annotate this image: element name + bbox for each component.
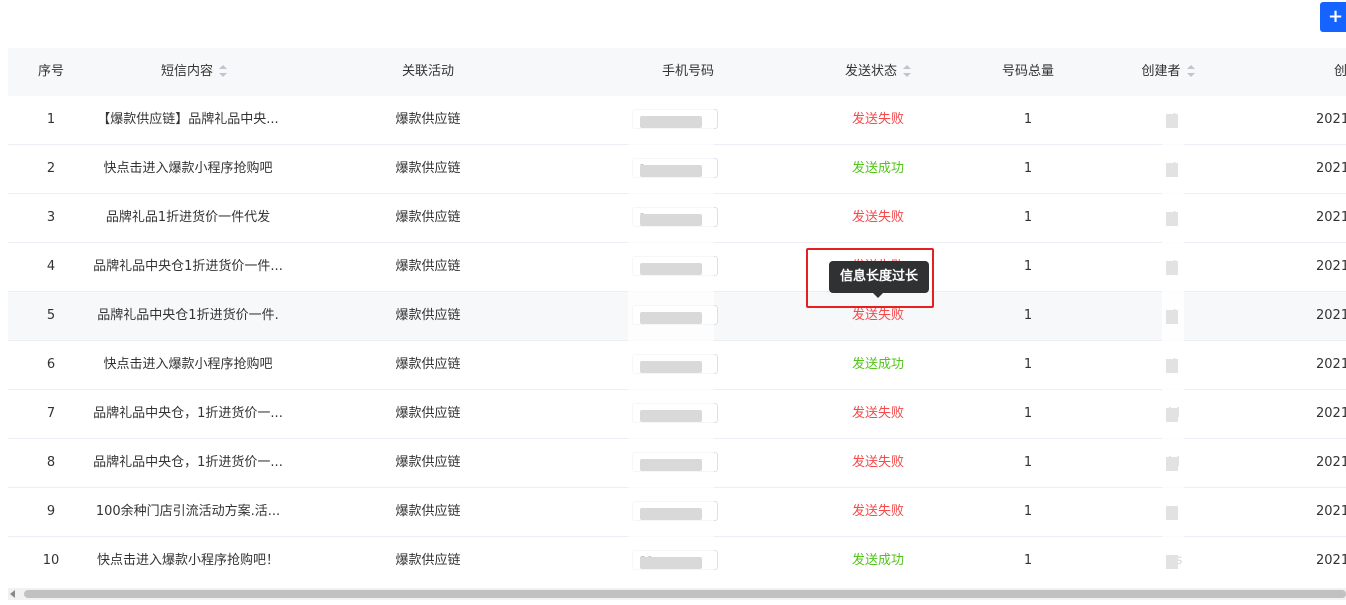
cell-activity: 爆款供应链 xyxy=(395,357,461,372)
cell-content: 快点击进入爆款小程序抢购吧！ xyxy=(96,553,279,568)
cell-activity: 爆款供应链 xyxy=(395,112,461,127)
cell-total: 1 xyxy=(1023,553,1033,568)
header-status[interactable]: 发送状态 xyxy=(788,48,968,96)
cell-content: 快点击进入爆款小程序抢购吧 xyxy=(103,161,273,176)
header-content[interactable]: 短信内容 xyxy=(94,48,294,96)
cell-activity: 爆款供应链 xyxy=(395,455,461,470)
cell-activity: 爆款供应链 xyxy=(395,504,461,519)
cell-created: 2021 xyxy=(1316,504,1346,519)
cell-content: 品牌礼品1折进货价一件代发 xyxy=(105,210,271,225)
cell-total: 1 xyxy=(1023,455,1033,470)
cell-status: 发送成功 xyxy=(851,553,904,568)
cell-content: 100余种门店引流活动方案.活... xyxy=(95,504,281,519)
cell-content: 快点击进入爆款小程序抢购吧 xyxy=(103,357,273,372)
cell-total: 1 xyxy=(1023,357,1033,372)
sort-icon[interactable] xyxy=(1186,64,1195,77)
cell-status: 发送成功 xyxy=(851,357,904,372)
cell-activity: 爆款供应链 xyxy=(395,406,461,421)
cell-total: 1 xyxy=(1023,259,1033,274)
header-total: 号码总量 xyxy=(1001,64,1054,79)
table-header: 序号 短信内容 关联活动 手机号码 发送状态 号码总量 创建者 创 xyxy=(8,48,1346,97)
cell-activity: 爆款供应链 xyxy=(395,161,461,176)
creator-redaction-blur xyxy=(1162,96,1184,585)
header-index: 序号 xyxy=(37,64,64,79)
cell-total: 1 xyxy=(1023,210,1033,225)
cell-total: 1 xyxy=(1023,112,1033,127)
cell-created: 2021 xyxy=(1316,553,1346,568)
scrollbar-thumb[interactable] xyxy=(24,590,1346,598)
cell-content: 品牌礼品中央仓，1折进货价一... xyxy=(93,455,283,470)
cell-status: 发送失败 xyxy=(851,504,904,519)
cell-content: 品牌礼品中央仓1折进货价一件... xyxy=(93,259,283,274)
cell-total: 1 xyxy=(1023,406,1033,421)
cell-content: 品牌礼品中央仓1折进货价一件. xyxy=(97,308,279,323)
cell-content: 【爆款供应链】品牌礼品中央... xyxy=(97,112,279,127)
cell-status: 发送失败 xyxy=(851,112,904,127)
cell-status: 发送成功 xyxy=(851,161,904,176)
status-tooltip: 信息长度过长 xyxy=(829,261,929,298)
cell-total: 1 xyxy=(1023,504,1033,519)
cell-activity: 爆款供应链 xyxy=(395,553,461,568)
cell-created: 2021 xyxy=(1316,210,1346,225)
sort-icon[interactable] xyxy=(219,64,227,77)
scroll-left-arrow-icon[interactable] xyxy=(10,590,15,598)
horizontal-scrollbar[interactable] xyxy=(8,588,1346,600)
cell-activity: 爆款供应链 xyxy=(395,308,461,323)
cell-status: 发送失败 xyxy=(851,210,904,225)
header-phone: 手机号码 xyxy=(661,64,714,79)
cell-created: 2021 xyxy=(1316,357,1346,372)
cell-created: 2021 xyxy=(1316,308,1346,323)
cell-created: 2021 xyxy=(1316,112,1346,127)
cell-created: 2021 xyxy=(1316,455,1346,470)
cell-total: 1 xyxy=(1023,161,1033,176)
cell-created: 2021 xyxy=(1316,406,1346,421)
cell-content: 品牌礼品中央仓，1折进货价一... xyxy=(93,406,283,421)
header-creator[interactable]: 创建者 xyxy=(1118,48,1218,96)
sort-icon[interactable] xyxy=(903,64,911,77)
cell-status: 发送失败 xyxy=(851,406,904,421)
cell-activity: 爆款供应链 xyxy=(395,210,461,225)
cell-total: 1 xyxy=(1023,308,1033,323)
cell-created: 2021 xyxy=(1316,161,1346,176)
header-created: 创 xyxy=(1334,64,1346,79)
cell-status: 发送失败 xyxy=(851,455,904,470)
cell-created: 2021 xyxy=(1316,259,1346,274)
add-button[interactable]: + xyxy=(1320,2,1346,32)
phone-redaction-blur xyxy=(628,96,714,585)
cell-activity: 爆款供应链 xyxy=(395,259,461,274)
header-activity: 关联活动 xyxy=(401,64,454,79)
sms-records-table: 序号 短信内容 关联活动 手机号码 发送状态 号码总量 创建者 创 1 【爆款供应… xyxy=(8,48,1346,585)
